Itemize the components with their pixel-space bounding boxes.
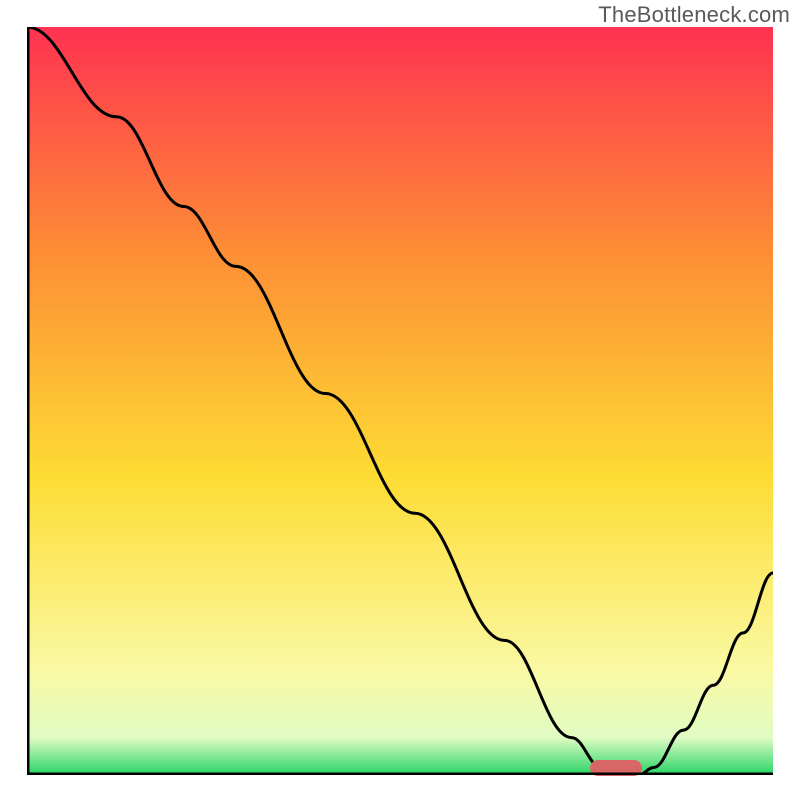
chart-frame: TheBottleneck.com [0, 0, 800, 800]
curve-path [27, 27, 773, 775]
optimal-point-marker [590, 760, 642, 776]
watermark-text: TheBottleneck.com [598, 2, 790, 28]
plot-area [27, 27, 773, 775]
bottleneck-curve [27, 27, 773, 775]
